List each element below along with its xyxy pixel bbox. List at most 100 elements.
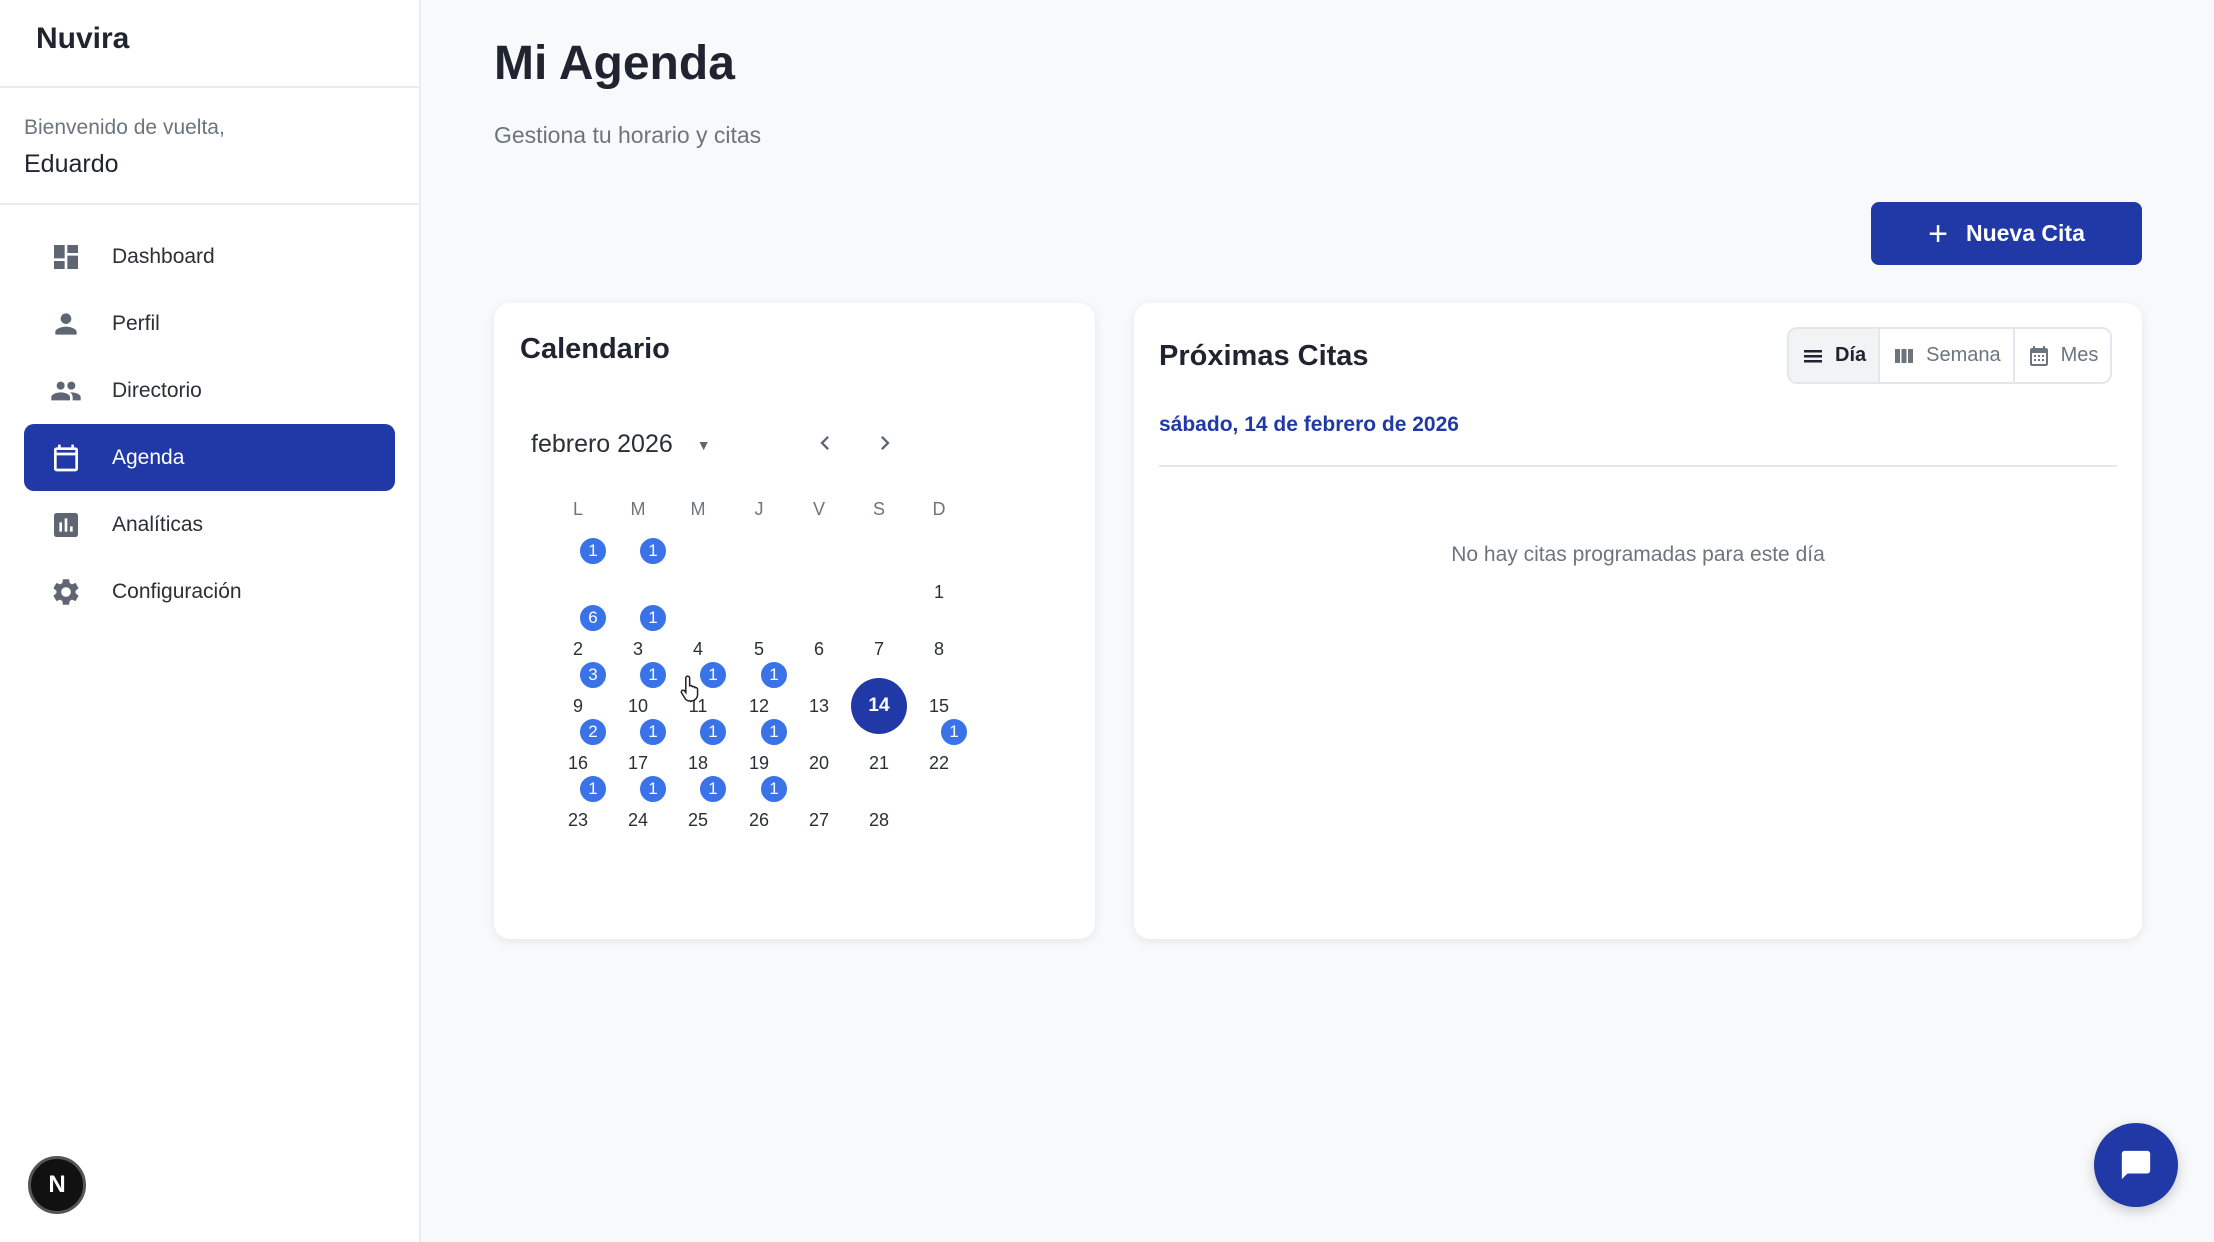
calendar-month-icon <box>2029 345 2048 366</box>
selected-date: sábado, 14 de febrero de 2026 <box>1159 413 1459 436</box>
view-month-button[interactable]: Mes <box>2014 329 2111 382</box>
weekday-label: L <box>572 499 583 519</box>
calendar-day[interactable]: 20 <box>799 753 839 774</box>
sidebar-item-agenda[interactable]: Agenda <box>24 424 395 491</box>
sidebar-item-configuracion[interactable]: Configuración <box>24 558 395 625</box>
caret-down-icon[interactable]: ▼ <box>697 437 711 453</box>
appointment-count-badge: 1 <box>759 774 789 804</box>
calendar-day-selected[interactable]: 14 <box>851 678 907 734</box>
calendar-day[interactable]: 8 <box>919 639 959 660</box>
calendar-day[interactable]: 25 <box>678 810 718 831</box>
people-icon <box>50 375 82 407</box>
main-content: Mi Agenda Gestiona tu horario y citas + … <box>421 0 2214 1242</box>
calendar-day[interactable]: 2 <box>558 639 598 660</box>
sidebar-item-directorio[interactable]: Directorio <box>24 357 395 424</box>
view-day-button[interactable]: Día <box>1789 329 1881 382</box>
appointment-count-badge: 1 <box>578 774 608 804</box>
chevron-right-icon <box>881 436 890 450</box>
calendar-day[interactable]: 26 <box>739 810 779 831</box>
calendar-day[interactable]: 16 <box>558 753 598 774</box>
page-subtitle: Gestiona tu horario y citas <box>494 122 762 148</box>
calendar-day[interactable]: 18 <box>678 753 718 774</box>
new-appointment-button[interactable]: + Nueva Cita <box>1871 202 2142 265</box>
divider <box>1159 465 2117 467</box>
dashboard-icon <box>50 241 82 273</box>
view-week-button[interactable]: Semana <box>1880 329 2015 382</box>
appointment-count-badge: 1 <box>638 717 668 747</box>
calendar-day[interactable]: 3 <box>618 639 658 660</box>
list-icon <box>1804 349 1822 362</box>
calendar-day[interactable]: 10 <box>618 696 658 717</box>
calendar-day[interactable]: 9 <box>558 696 598 717</box>
gear-icon <box>50 576 82 608</box>
sidebar-item-perfil[interactable]: Perfil <box>24 290 395 357</box>
calendar-day[interactable]: 7 <box>859 639 899 660</box>
weekday-label: S <box>872 499 885 519</box>
week-columns-icon <box>1895 348 1914 363</box>
sidebar-item-label: Configuración <box>112 579 242 603</box>
person-icon <box>50 308 82 340</box>
sidebar-item-label: Dashboard <box>112 244 215 268</box>
calendar-day[interactable]: 4 <box>678 639 718 660</box>
welcome-label: Bienvenido de vuelta, <box>24 116 225 139</box>
weekday-label: D <box>932 499 946 519</box>
page-title: Mi Agenda <box>494 37 735 90</box>
calendar-day[interactable]: 17 <box>618 753 658 774</box>
calendar-day[interactable]: 13 <box>799 696 839 717</box>
calendar-title: Calendario <box>520 333 670 365</box>
avatar[interactable]: N <box>28 1156 86 1214</box>
view-label: Semana <box>1926 344 2001 366</box>
month-label: febrero 2026 <box>531 430 673 458</box>
brand-logo: Nuvira <box>0 0 419 88</box>
weekday-label: M <box>690 499 706 519</box>
appointment-count-badge: 3 <box>578 660 608 690</box>
sidebar-item-analiticas[interactable]: Analíticas <box>24 491 395 558</box>
month-selector[interactable]: febrero 2026 ▼ <box>531 430 711 459</box>
sidebar-item-label: Agenda <box>112 445 185 469</box>
appointment-count-badge: 6 <box>578 603 608 633</box>
appointment-count-badge: 1 <box>698 717 728 747</box>
view-label: Día <box>1835 344 1867 366</box>
appointment-count-badge: 1 <box>759 717 789 747</box>
chevron-left-icon <box>820 436 829 450</box>
appointments-card: Próximas Citas Día Semana Mes sábado, 14… <box>1134 303 2142 939</box>
appointment-count-badge: 1 <box>638 603 668 633</box>
calendar-day[interactable]: 22 <box>919 753 959 774</box>
appointment-count-badge: 1 <box>698 774 728 804</box>
previous-month-button[interactable] <box>807 425 843 461</box>
chat-button[interactable] <box>2094 1123 2178 1207</box>
appointment-count-badge: 1 <box>638 660 668 690</box>
appointment-count-badge: 1 <box>939 717 969 747</box>
empty-state-message: No hay citas programadas para este día <box>1451 543 1825 566</box>
bar-chart-icon <box>50 509 82 541</box>
appointment-count-badge: 2 <box>578 717 608 747</box>
calendar-day[interactable]: 15 <box>919 696 959 717</box>
pointer-cursor-icon <box>680 675 699 702</box>
calendar-card: Calendario febrero 2026 ▼ LMMJVSD 123456… <box>494 303 1095 939</box>
calendar-day[interactable]: 21 <box>859 753 899 774</box>
sidebar-item-label: Perfil <box>112 311 160 335</box>
chat-icon <box>2121 1150 2151 1180</box>
new-appointment-label: Nueva Cita <box>1965 220 2085 246</box>
next-month-button[interactable] <box>867 425 903 461</box>
calendar-day[interactable]: 6 <box>799 639 839 660</box>
weekday-label: J <box>754 499 764 519</box>
calendar-day[interactable]: 19 <box>739 753 779 774</box>
sidebar-item-label: Directorio <box>112 378 202 402</box>
calendar-day[interactable]: 5 <box>739 639 779 660</box>
appointment-count-badge: 1 <box>638 774 668 804</box>
calendar-day[interactable]: 24 <box>618 810 658 831</box>
calendar-day[interactable]: 27 <box>799 810 839 831</box>
calendar-day[interactable]: 12 <box>739 696 779 717</box>
calendar-day[interactable]: 1 <box>919 582 959 603</box>
plus-icon: + <box>1928 214 1948 253</box>
appointment-count-badge: 1 <box>759 660 789 690</box>
appointment-count-badge: 1 <box>638 536 668 566</box>
view-label: Mes <box>2060 344 2099 366</box>
calendar-day[interactable]: 28 <box>859 810 899 831</box>
sidebar-item-label: Analíticas <box>112 512 204 536</box>
weekday-label: V <box>812 499 825 519</box>
welcome-panel: Bienvenido de vuelta, Eduardo <box>0 88 419 205</box>
sidebar-item-dashboard[interactable]: Dashboard <box>24 223 395 290</box>
calendar-day[interactable]: 23 <box>558 810 598 831</box>
